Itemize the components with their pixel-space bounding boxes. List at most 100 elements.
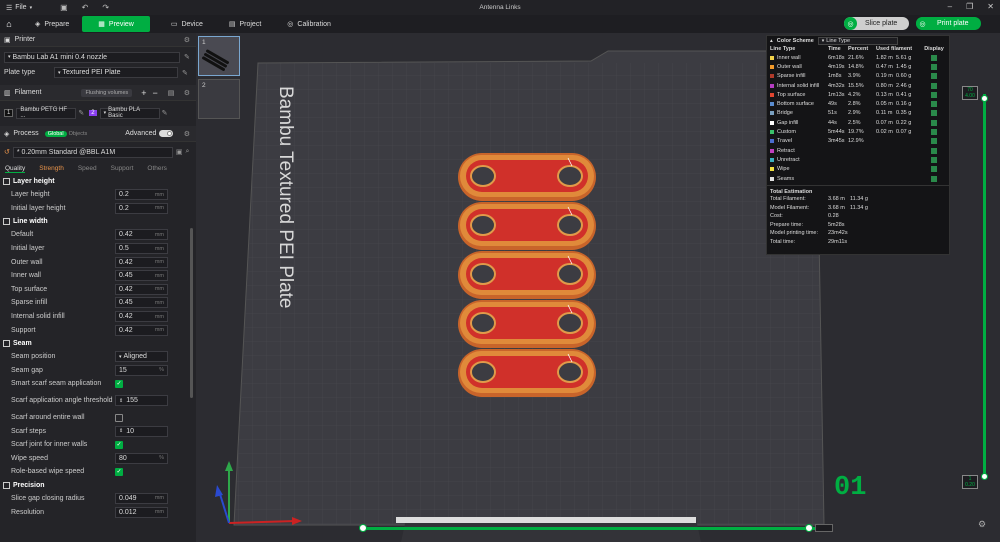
edit-icon[interactable]: ✎ — [78, 109, 84, 117]
chevron-down-icon: ▾ — [821, 37, 825, 44]
wipe-speed-input[interactable]: 80% — [115, 452, 168, 464]
stepper-icon[interactable]: ⇕ — [119, 428, 123, 434]
edit-icon[interactable]: ✎ — [162, 109, 168, 117]
display-checkbox[interactable] — [931, 119, 937, 126]
remove-icon[interactable]: − — [153, 88, 158, 98]
line-type-weight: 0.35 g — [896, 110, 912, 117]
layer-slider-handle-bottom[interactable] — [981, 473, 988, 480]
subtab-others[interactable]: Others — [147, 165, 167, 172]
tab-device[interactable]: ▭ Device — [158, 16, 216, 32]
process-preset-select[interactable]: * 0.20mm Standard @BBL A1M — [12, 146, 173, 158]
gear-icon[interactable]: ⚙ — [184, 36, 190, 44]
resolution-input[interactable]: 0.012 mm — [115, 506, 168, 518]
close-icon[interactable]: ✕ — [987, 2, 994, 11]
preview-viewport[interactable]: Bambu Textured PEI Plate 1 2 ▴ Color Sch… — [196, 33, 1000, 542]
layer-slider-track[interactable] — [983, 94, 986, 474]
gear-icon[interactable]: ⚙ — [184, 89, 190, 97]
stepper-icon[interactable]: ⇕ — [119, 398, 123, 404]
sparse-infill-width-input[interactable]: 0.45 mm — [115, 297, 168, 309]
internal-solid-infill-width-input[interactable]: 0.42 mm — [115, 311, 168, 323]
outer-wall-width-input[interactable]: 0.42 mm — [115, 256, 168, 268]
layer-height-label: Layer height — [11, 191, 50, 199]
tab-preview[interactable]: ▦ Preview — [82, 16, 150, 32]
default-width-input[interactable]: 0.42 mm — [115, 229, 168, 241]
support-width-input[interactable]: 0.42 mm — [115, 324, 168, 336]
advanced-switch[interactable] — [159, 130, 174, 137]
display-checkbox[interactable] — [931, 147, 937, 154]
redo-icon[interactable]: ↷ — [102, 3, 109, 12]
initial-layer-height-input[interactable]: 0.2 mm — [115, 202, 168, 214]
layer-height-input[interactable]: 0.2 mm — [115, 189, 168, 201]
subtab-strength[interactable]: Strength — [39, 165, 64, 172]
objects-toggle[interactable]: Objects — [69, 131, 88, 137]
display-checkbox[interactable] — [931, 156, 937, 163]
print-plate-button[interactable]: ◎ Print plate — [916, 17, 981, 30]
slice-plate-button[interactable]: ◎ Slice plate — [844, 17, 910, 30]
global-toggle[interactable]: Global — [44, 130, 67, 137]
printer-select[interactable]: ▾ Bambu Lab A1 mini 0.4 nozzle — [4, 51, 180, 63]
undo-icon[interactable]: ↶ — [82, 3, 89, 12]
color-scheme-select[interactable]: ▾ Line Type — [817, 36, 898, 45]
file-menu[interactable]: ☰ File ▾ — [0, 4, 32, 12]
add-icon[interactable]: + — [141, 88, 146, 98]
display-checkbox[interactable] — [931, 82, 937, 89]
plate-thumbnail-1[interactable]: 1 — [198, 36, 240, 76]
seam-gap-input[interactable]: 15% — [115, 364, 168, 376]
scarf-angle-input[interactable]: ⇕ 155 — [115, 395, 168, 407]
layer-slider-top-knob[interactable]: 70 4.00 — [962, 86, 978, 100]
save-icon[interactable]: ▣ — [60, 3, 68, 12]
wipe-speed-value: 80 — [119, 454, 127, 462]
edit-icon[interactable]: ✎ — [184, 53, 190, 61]
role-wipe-checkbox[interactable]: ✓ — [115, 467, 123, 476]
layer-cog-icon[interactable]: ⚙ — [978, 519, 986, 530]
display-checkbox[interactable] — [931, 54, 937, 61]
inner-wall-width-input[interactable]: 0.45 mm — [115, 270, 168, 282]
display-checkbox[interactable] — [931, 175, 937, 182]
tab-project[interactable]: ▤ Project — [216, 16, 274, 32]
filament-slot-1-select[interactable]: Bambu PETG HF ... — [16, 107, 77, 119]
display-checkbox[interactable] — [931, 129, 937, 136]
display-checkbox[interactable] — [931, 63, 937, 70]
scarf-inner-checkbox[interactable]: ✓ — [115, 440, 123, 449]
collapse-icon[interactable]: ▴ — [770, 38, 773, 44]
tab-calibration[interactable]: ◎ Calibration — [274, 16, 344, 32]
move-slider-track[interactable] — [362, 527, 817, 530]
move-slider-left-knob[interactable] — [359, 524, 367, 532]
group-line-width-label: Line width — [13, 218, 48, 226]
search-icon[interactable]: ⌕ — [186, 148, 190, 156]
filament-slot-2-select[interactable]: ▾ Bambu PLA Basic — [99, 107, 160, 119]
display-checkbox[interactable] — [931, 101, 937, 108]
display-checkbox[interactable] — [931, 110, 937, 117]
subtab-speed[interactable]: Speed — [78, 165, 97, 172]
home-icon[interactable]: ⌂ — [0, 19, 18, 29]
reset-icon[interactable]: ↺ — [4, 148, 10, 156]
seam-position-select[interactable]: ▾ Aligned — [115, 351, 168, 363]
slice-gap-input[interactable]: 0.049 mm — [115, 492, 168, 504]
plate-thumbnail-2[interactable]: 2 — [198, 79, 240, 119]
tab-prepare[interactable]: ◈ Prepare — [22, 16, 82, 32]
top-surface-width-input[interactable]: 0.42 mm — [115, 283, 168, 295]
chevron-down-icon: ▾ — [8, 54, 11, 60]
subtab-quality[interactable]: Quality — [5, 165, 26, 173]
display-checkbox[interactable] — [931, 166, 937, 173]
scarf-entire-checkbox[interactable] — [115, 413, 123, 422]
maximize-icon[interactable]: ❐ — [966, 2, 973, 11]
smart-scarf-checkbox[interactable]: ✓ — [115, 379, 123, 388]
display-checkbox[interactable] — [931, 138, 937, 145]
layer-slider-handle-top[interactable] — [981, 95, 988, 102]
sync-icon[interactable]: ▤ — [168, 89, 175, 97]
move-slider-right-knob[interactable] — [805, 524, 813, 532]
layer-slider-bottom-knob[interactable]: 1 0.20 — [962, 475, 978, 489]
gear-icon[interactable]: ⚙ — [184, 130, 190, 138]
edit-icon[interactable]: ✎ — [182, 69, 188, 77]
subtab-support[interactable]: Support — [111, 165, 134, 172]
plate-type-select[interactable]: ▾ Textured PEI Plate — [54, 67, 178, 78]
save-preset-icon[interactable]: ▣ — [176, 148, 183, 156]
flushing-volumes-button[interactable]: Flushing volumes — [81, 88, 133, 97]
scarf-steps-input[interactable]: ⇕ 10 — [115, 425, 168, 437]
minimize-icon[interactable]: – — [948, 2, 952, 11]
display-checkbox[interactable] — [931, 73, 937, 80]
display-checkbox[interactable] — [931, 91, 937, 98]
settings-scrollbar[interactable] — [190, 228, 193, 398]
initial-layer-width-input[interactable]: 0.5 mm — [115, 243, 168, 255]
